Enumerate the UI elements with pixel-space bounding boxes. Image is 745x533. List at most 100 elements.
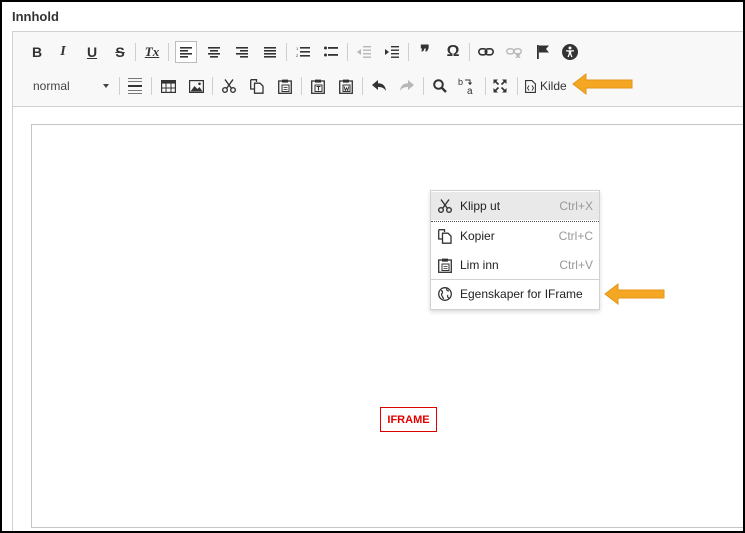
annotation-arrow-icon	[572, 72, 633, 96]
anchor-button[interactable]	[532, 41, 554, 63]
align-left-button[interactable]	[175, 41, 197, 63]
toolbar-separator	[168, 43, 169, 61]
replace-button[interactable]: ba	[456, 75, 478, 97]
source-button-label: Kilde	[540, 79, 567, 93]
dropdown-caret-icon	[103, 84, 109, 88]
paste-button[interactable]	[274, 75, 296, 97]
menu-item-label: Lim inn	[460, 258, 499, 272]
menu-item-label: Kopier	[460, 229, 495, 243]
remove-format-button[interactable]: Tx	[141, 41, 163, 63]
undo-button[interactable]	[368, 75, 390, 97]
toolbar-separator	[151, 77, 152, 95]
redo-icon	[400, 80, 414, 91]
paste-text-button[interactable]	[307, 75, 329, 97]
source-button[interactable]: Kilde	[525, 75, 567, 97]
bold-button[interactable]: B	[26, 41, 48, 63]
strikethrough-button[interactable]: S	[109, 41, 131, 63]
search-icon	[433, 79, 447, 93]
outdent-icon	[357, 46, 371, 58]
image-icon	[188, 79, 204, 93]
format-dropdown[interactable]: normal	[27, 76, 113, 96]
svg-text:a: a	[467, 86, 473, 95]
toolbar-separator	[408, 43, 409, 61]
toolbar-separator	[423, 77, 424, 95]
menu-item-label: Egenskaper for IFrame	[460, 287, 583, 301]
copy-icon	[250, 78, 264, 94]
numbered-list-button[interactable]: 12	[292, 41, 314, 63]
indent-icon	[385, 46, 399, 58]
accessibility-button[interactable]	[559, 41, 581, 63]
menu-item-iframe-properties[interactable]: Egenskaper for IFrame	[431, 280, 599, 308]
italic-button[interactable]: I	[52, 41, 74, 63]
toolbar-separator	[485, 77, 486, 95]
toolbar-separator	[135, 43, 136, 61]
menu-item-paste[interactable]: Lim inn Ctrl+V	[431, 251, 599, 279]
link-icon	[478, 47, 494, 56]
image-button[interactable]	[185, 75, 207, 97]
toolbar-separator	[119, 77, 120, 95]
copy-button[interactable]	[246, 75, 268, 97]
outdent-button[interactable]	[353, 41, 375, 63]
menu-item-label: Klipp ut	[460, 199, 501, 213]
horizontal-line-button[interactable]	[124, 75, 146, 97]
paste-icon	[278, 79, 292, 94]
scissors-icon	[436, 197, 454, 215]
toolbar-separator	[286, 43, 287, 61]
menu-item-cut[interactable]: Klipp ut Ctrl+X	[431, 192, 599, 220]
globe-icon	[436, 285, 454, 303]
numbered-list-icon: 12	[296, 46, 310, 58]
toolbar-separator	[517, 77, 518, 95]
omega-icon: Ω	[446, 43, 460, 60]
format-dropdown-value: normal	[33, 79, 70, 93]
indent-button[interactable]	[381, 41, 403, 63]
unlink-icon	[506, 48, 522, 58]
section-title: Innhold	[12, 9, 59, 24]
cut-button[interactable]	[218, 75, 240, 97]
justify-icon	[264, 46, 276, 58]
unlink-button[interactable]	[503, 41, 525, 63]
undo-icon	[372, 80, 386, 91]
paste-word-button[interactable]	[335, 75, 357, 97]
iframe-placeholder[interactable]: IFRAME	[380, 407, 437, 432]
bullet-list-icon	[324, 46, 338, 57]
align-left-icon	[180, 46, 192, 58]
redo-button[interactable]	[396, 75, 418, 97]
copy-icon	[436, 227, 454, 245]
underline-button[interactable]: U	[81, 41, 103, 63]
align-right-icon	[236, 46, 248, 58]
paste-word-icon	[339, 79, 353, 94]
link-button[interactable]	[475, 41, 497, 63]
special-char-button[interactable]: Ω	[442, 41, 464, 63]
menu-item-shortcut: Ctrl+C	[558, 229, 593, 243]
horizontal-line-icon	[128, 78, 142, 94]
maximize-button[interactable]	[489, 75, 511, 97]
find-button[interactable]	[429, 75, 451, 97]
table-button[interactable]	[157, 75, 179, 97]
toolbar-separator	[301, 77, 302, 95]
iframe-placeholder-label: IFRAME	[387, 413, 430, 426]
menu-item-copy[interactable]: Kopier Ctrl+C	[431, 222, 599, 250]
align-right-button[interactable]	[231, 41, 253, 63]
maximize-icon	[493, 79, 507, 93]
underline-icon: U	[86, 44, 98, 60]
toolbar-separator	[347, 43, 348, 61]
menu-item-shortcut: Ctrl+V	[559, 258, 593, 272]
accessibility-icon	[562, 44, 578, 60]
menu-item-shortcut: Ctrl+X	[559, 199, 593, 213]
editor-content-area[interactable]: IFRAME	[31, 124, 743, 528]
annotation-arrow-icon	[604, 282, 665, 306]
blockquote-button[interactable]: ❞	[414, 41, 436, 63]
toolbar-separator	[212, 77, 213, 95]
align-center-button[interactable]	[203, 41, 225, 63]
remove-format-icon: Tx	[144, 44, 160, 59]
svg-text:b: b	[458, 77, 463, 87]
toolbar-separator	[469, 43, 470, 61]
quote-icon: ❞	[420, 41, 430, 62]
replace-icon: ba	[458, 77, 473, 95]
justify-button[interactable]	[259, 41, 281, 63]
paste-text-icon	[311, 79, 325, 94]
svg-text:1: 1	[296, 46, 299, 51]
table-icon	[160, 79, 176, 93]
bullet-list-button[interactable]	[320, 41, 342, 63]
scissors-icon	[222, 79, 236, 93]
